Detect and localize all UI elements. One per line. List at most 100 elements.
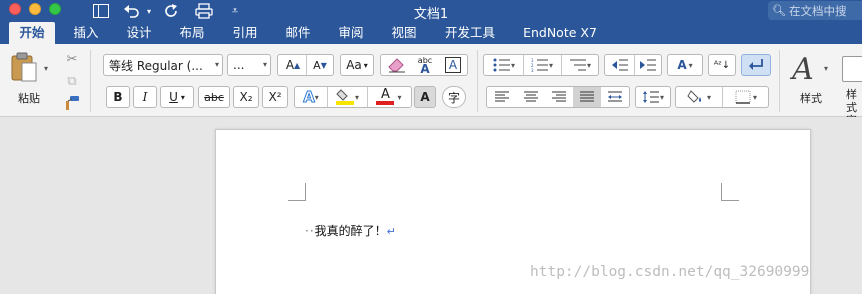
numbering-icon[interactable]: 1 2 3 ▾ xyxy=(524,55,560,75)
asian-layout-icon: A xyxy=(677,58,687,72)
tab-design[interactable]: 设计 xyxy=(117,22,161,44)
alignment-group xyxy=(486,86,630,108)
styles-label: 样式 xyxy=(800,92,822,105)
copy-icon[interactable]: ⧉ xyxy=(64,73,80,89)
shading-icon[interactable]: ▾ xyxy=(678,87,720,107)
tab-view[interactable]: 视图 xyxy=(382,22,426,44)
increase-indent-icon[interactable] xyxy=(635,55,661,75)
ribbon-tabs: 开始 插入 设计 布局 引用 邮件 审阅 视图 开发工具 EndNote X7 xyxy=(0,22,862,44)
underline-button[interactable]: U ▾ xyxy=(160,86,194,108)
cut-icon[interactable]: ✂ xyxy=(64,51,80,67)
chevron-down-icon: ▾ xyxy=(688,60,693,70)
paste-dropdown-icon[interactable]: ▾ xyxy=(44,64,48,73)
chevron-down-icon: ▾ xyxy=(363,60,368,70)
chevron-down-icon[interactable]: ▾ xyxy=(824,64,828,73)
margin-corner-mark xyxy=(288,183,306,201)
customize-toolbar-icon[interactable]: ⩡ xyxy=(228,2,242,20)
ribbon-separator xyxy=(779,50,780,112)
ribbon-separator xyxy=(477,50,478,112)
superscript-button[interactable]: X² xyxy=(262,86,288,108)
tab-home[interactable]: 开始 xyxy=(9,22,55,44)
tab-mailings[interactable]: 邮件 xyxy=(276,22,320,44)
shrink-font-icon[interactable]: A ▼ xyxy=(307,55,333,75)
styles-gallery-icon[interactable]: A xyxy=(788,52,818,87)
text-effects-color-group: A ▾ ▾ A ▾ xyxy=(294,86,412,108)
font-size-grow-shrink-group: A ▲ A ▼ xyxy=(277,54,334,76)
multilevel-list-icon[interactable]: ▾ xyxy=(562,55,598,75)
svg-text:3: 3 xyxy=(531,68,534,72)
sidebar-toggle-icon[interactable] xyxy=(92,2,110,20)
bold-button[interactable]: B xyxy=(106,86,130,108)
borders-icon[interactable]: ▾ xyxy=(724,87,768,107)
undo-icon[interactable] xyxy=(121,2,143,20)
search-icon: 🔍︎ xyxy=(772,4,786,17)
change-case-button[interactable]: Aa ▾ xyxy=(340,54,374,76)
ribbon-home: ▾ 粘贴 ✂ ⧉ 等线 Regular (... ▾ ... ▾ A ▲ A ▼ A… xyxy=(0,44,862,140)
margin-corner-mark xyxy=(721,183,739,201)
align-center-icon[interactable] xyxy=(517,87,545,107)
decrease-indent-icon[interactable] xyxy=(607,55,633,75)
group-divider xyxy=(722,87,723,107)
tab-developer[interactable]: 开发工具 xyxy=(438,22,502,44)
paste-label: 粘贴 xyxy=(18,92,40,105)
line-spacing-icon xyxy=(642,91,659,103)
maximize-window-button[interactable] xyxy=(49,3,61,15)
phonetic-guide-icon[interactable]: abc A xyxy=(412,55,438,75)
close-window-button[interactable] xyxy=(9,3,21,15)
character-border-icon[interactable]: A xyxy=(441,55,465,75)
distributed-icon[interactable] xyxy=(601,87,629,107)
search-document-field[interactable]: 🔍︎ 在文档中搜 xyxy=(768,1,862,20)
strikethrough-button[interactable]: abc xyxy=(198,86,230,108)
highlight-color-icon[interactable]: ▾ xyxy=(329,87,365,107)
styles-pane-icon[interactable] xyxy=(842,56,862,82)
title-bar: ▾ ⩡ 文档1 🔍︎ 在文档中搜 xyxy=(0,0,862,22)
document-canvas: ··我真的醉了！↵ http://blog.csdn.net/qq_326909… xyxy=(0,117,862,294)
bullets-icon[interactable]: ▾ xyxy=(486,55,522,75)
search-placeholder: 在文档中搜 xyxy=(788,3,847,18)
align-left-icon[interactable] xyxy=(488,87,516,107)
chevron-down-icon: ▾ xyxy=(180,92,185,102)
indent-group xyxy=(604,54,662,76)
group-divider xyxy=(367,87,368,107)
redo-icon[interactable] xyxy=(163,2,181,20)
list-group: ▾ 1 2 3 ▾ ▾ xyxy=(483,54,599,76)
align-right-icon[interactable] xyxy=(545,87,573,107)
underline-label: U xyxy=(169,90,178,104)
ribbon-separator xyxy=(90,50,91,112)
tab-references[interactable]: 引用 xyxy=(223,22,267,44)
format-painter-icon[interactable] xyxy=(64,95,80,111)
paste-icon[interactable] xyxy=(11,52,37,82)
font-size-value: ... xyxy=(233,58,245,72)
group-divider xyxy=(327,87,328,107)
tab-layout[interactable]: 布局 xyxy=(170,22,214,44)
enclose-characters-icon[interactable]: 字 xyxy=(442,86,466,108)
tab-endnote[interactable]: EndNote X7 xyxy=(516,22,604,44)
print-icon[interactable] xyxy=(194,2,214,20)
tab-review[interactable]: 审阅 xyxy=(329,22,373,44)
clear-formatting-icon[interactable] xyxy=(384,55,410,75)
tab-insert[interactable]: 插入 xyxy=(64,22,108,44)
document-body-text[interactable]: ··我真的醉了！↵ xyxy=(305,222,396,239)
watermark-text: http://blog.csdn.net/qq_32690999 xyxy=(530,264,810,280)
clear-format-group: abc A A xyxy=(380,54,468,76)
show-paragraph-marks-icon[interactable] xyxy=(741,54,771,76)
sort-icon[interactable]: ᴬᶻ↓ xyxy=(708,54,736,76)
font-name-select[interactable]: 等线 Regular (... ▾ xyxy=(103,54,223,76)
font-color-icon[interactable]: A ▾ xyxy=(369,87,409,107)
subscript-button[interactable]: X₂ xyxy=(233,86,259,108)
chevron-down-icon: ▾ xyxy=(214,60,219,69)
paragraph-mark-icon: ↵ xyxy=(386,225,396,238)
font-size-select[interactable]: ... ▾ xyxy=(227,54,271,76)
change-case-icon: Aa xyxy=(346,58,362,72)
text-effects-icon[interactable]: A ▾ xyxy=(297,87,325,107)
minimize-window-button[interactable] xyxy=(29,3,41,15)
asian-layout-button[interactable]: A ▾ xyxy=(667,54,703,76)
line-spacing-button[interactable]: ▾ xyxy=(635,86,671,108)
justify-icon[interactable] xyxy=(573,87,601,107)
grow-font-icon[interactable]: A ▲ xyxy=(280,55,306,75)
undo-dropdown-icon[interactable]: ▾ xyxy=(145,2,153,20)
italic-button[interactable]: I xyxy=(133,86,157,108)
character-shading-icon[interactable]: A xyxy=(414,86,436,108)
chevron-down-icon: ▾ xyxy=(659,92,664,102)
space-marks: ·· xyxy=(305,224,315,238)
